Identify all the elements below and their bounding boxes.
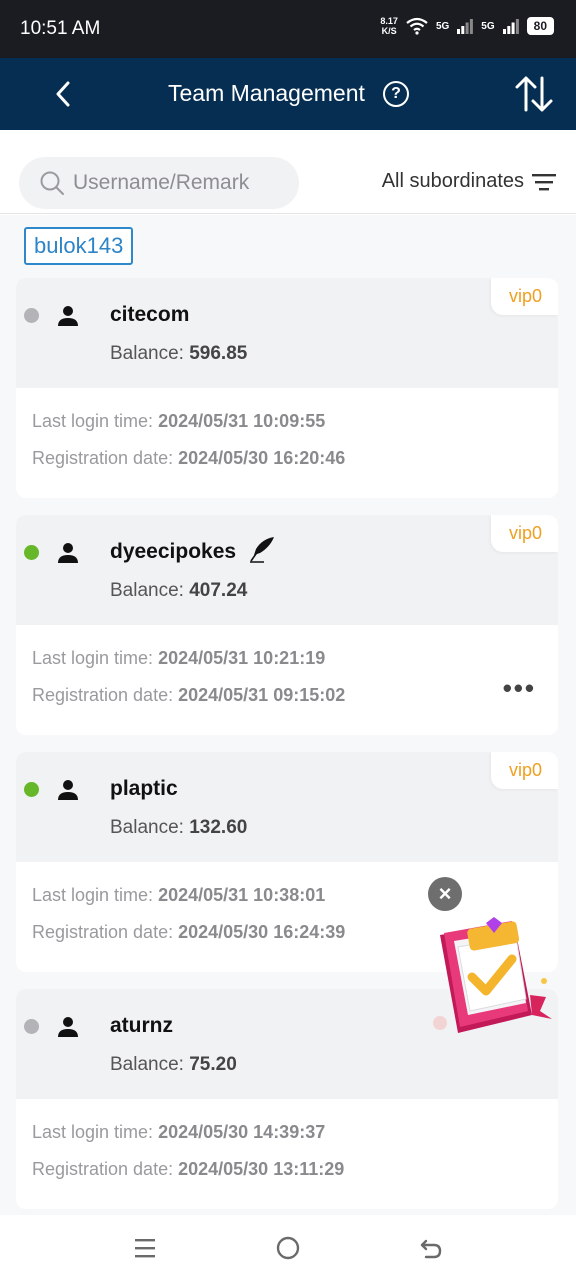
wifi-icon xyxy=(406,17,428,35)
filter-label: All subordinates xyxy=(381,170,524,192)
chevron-left-icon xyxy=(56,81,70,107)
sort-arrows-icon xyxy=(515,76,553,112)
filter-lines-icon xyxy=(532,173,556,190)
member-card[interactable]: dyeecipokes Balance: 407.24 vip0 Last lo… xyxy=(16,515,558,735)
signal-icon xyxy=(502,19,519,34)
back-nav-button[interactable] xyxy=(416,1233,446,1263)
checkin-book-icon[interactable] xyxy=(428,915,558,1040)
vip-badge: vip0 xyxy=(490,752,558,789)
status-time: 10:51 AM xyxy=(20,18,101,39)
registration-date: Registration date: 2024/05/30 13:11:29 xyxy=(32,1159,345,1179)
last-login: Last login time: 2024/05/31 10:38:01 xyxy=(32,885,326,905)
search-icon xyxy=(40,171,64,195)
member-card-header: dyeecipokes Balance: 407.24 vip0 xyxy=(16,515,558,625)
last-login: Last login time: 2024/05/30 14:39:37 xyxy=(32,1122,326,1142)
member-username: plaptic xyxy=(110,777,178,800)
member-username: citecom xyxy=(110,303,190,326)
search-row: All subordinates xyxy=(0,130,576,214)
signal-icon xyxy=(457,19,474,34)
person-icon xyxy=(58,306,78,326)
status-icons: 8.17 K/S 5G 5G 80 xyxy=(380,16,554,36)
person-icon xyxy=(58,543,78,563)
floating-promo[interactable]: × xyxy=(428,875,558,1040)
network-speed: 8.17 K/S xyxy=(380,16,398,36)
page-title: Team Management xyxy=(168,80,365,106)
quill-icon[interactable] xyxy=(248,535,276,563)
vip-badge: vip0 xyxy=(490,515,558,552)
last-login: Last login time: 2024/05/31 10:21:19 xyxy=(32,648,326,668)
registration-date: Registration date: 2024/05/30 16:24:39 xyxy=(32,922,346,942)
status-bar: 10:51 AM 8.17 K/S 5G 5G 80 xyxy=(0,0,576,58)
offline-status-dot xyxy=(24,1019,39,1034)
member-username: dyeecipokes xyxy=(110,540,237,563)
member-list: bulok143 citecom Balance: 596.85 vip0 La… xyxy=(0,215,576,1215)
vip-badge: vip0 xyxy=(490,278,558,315)
back-button[interactable] xyxy=(48,78,78,110)
menu-lines-icon xyxy=(135,1239,155,1258)
member-card-header: plaptic Balance: 132.60 vip0 xyxy=(16,752,558,862)
recent-apps-button[interactable] xyxy=(130,1233,160,1263)
battery-icon: 80 xyxy=(526,17,554,35)
network-type-2: 5G xyxy=(481,20,495,32)
member-card[interactable]: citecom Balance: 596.85 vip0 Last login … xyxy=(16,278,558,498)
home-circle-icon xyxy=(276,1236,300,1260)
member-card-header: citecom Balance: 596.85 vip0 xyxy=(16,278,558,388)
last-login: Last login time: 2024/05/31 10:09:55 xyxy=(32,411,326,431)
back-arrow-icon xyxy=(420,1239,442,1259)
registration-date: Registration date: 2024/05/30 16:20:46 xyxy=(32,448,346,468)
app-header: Team Management ? xyxy=(0,58,576,130)
online-status-dot xyxy=(24,545,39,560)
search-input[interactable] xyxy=(73,171,293,195)
home-button[interactable] xyxy=(273,1233,303,1263)
person-icon xyxy=(58,1017,78,1037)
member-username: aturnz xyxy=(110,1014,173,1037)
offline-status-dot xyxy=(24,308,39,323)
filter-dropdown[interactable]: All subordinates xyxy=(382,170,556,193)
online-status-dot xyxy=(24,782,39,797)
registration-date: Registration date: 2024/05/31 09:15:02 xyxy=(32,685,346,705)
more-dots-icon[interactable]: ••• xyxy=(503,673,536,704)
system-nav-bar xyxy=(0,1215,576,1280)
sort-button[interactable] xyxy=(514,74,554,114)
person-icon xyxy=(58,780,78,800)
question-circle-icon[interactable]: ? xyxy=(383,81,409,107)
member-balance: Balance: 596.85 xyxy=(110,343,248,364)
member-balance: Balance: 407.24 xyxy=(110,580,248,601)
member-balance: Balance: 132.60 xyxy=(110,817,248,838)
selected-user-tag[interactable]: bulok143 xyxy=(24,227,134,265)
network-type-1: 5G xyxy=(435,20,450,32)
close-icon[interactable]: × xyxy=(428,877,462,911)
search-box[interactable] xyxy=(19,157,299,209)
member-balance: Balance: 75.20 xyxy=(110,1054,237,1075)
